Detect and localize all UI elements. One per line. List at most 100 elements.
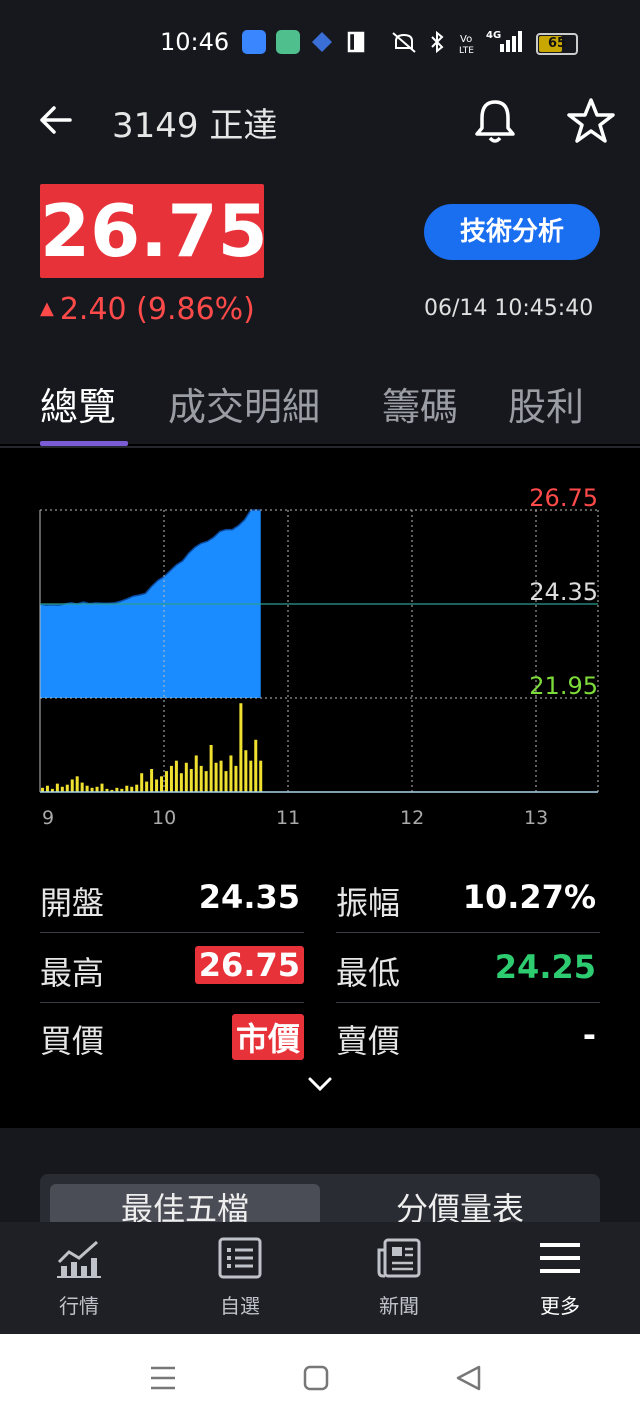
download-icon — [276, 30, 300, 54]
nav-news-label: 新聞 — [379, 1294, 419, 1318]
ask-value: - — [582, 1016, 596, 1054]
high-label: 最高 — [40, 954, 105, 992]
volume-bar — [219, 760, 223, 792]
android-app-icon — [242, 30, 266, 54]
volume-bar — [45, 785, 49, 792]
volume-bar — [160, 776, 164, 792]
volume-bar — [135, 784, 139, 792]
mute-icon — [392, 32, 416, 53]
book-icon — [347, 31, 365, 53]
volume-bar — [125, 785, 129, 792]
recent-apps-icon[interactable] — [148, 1364, 178, 1392]
row-divider — [336, 932, 600, 933]
nav-more[interactable]: 更多 — [505, 1236, 615, 1319]
volume-bar — [100, 783, 104, 792]
amplitude-label: 振幅 — [336, 884, 401, 922]
nav-market-label: 行情 — [59, 1294, 99, 1318]
price-change-value: 2.40 (9.86%) — [59, 292, 255, 327]
tab-dividend[interactable]: 股利 — [508, 376, 584, 431]
y-label-low: 21.95 — [529, 672, 598, 700]
x-tick-label: 11 — [276, 807, 300, 829]
row-divider — [40, 932, 304, 933]
volte-icon: VoLTE — [459, 34, 474, 54]
volume-bar — [65, 784, 69, 792]
volume-bar — [184, 762, 188, 792]
volume-bar — [229, 755, 233, 792]
newspaper-icon — [377, 1238, 421, 1278]
current-price: 26.75 — [40, 184, 268, 278]
svg-text:4G: 4G — [486, 30, 501, 41]
bid-label: 買價 — [40, 1022, 105, 1060]
svg-text:Vo: Vo — [460, 34, 472, 45]
x-tick-label: 12 — [400, 807, 424, 829]
svg-text:LTE: LTE — [459, 46, 474, 54]
volume-bar — [209, 745, 213, 792]
ask-label: 賣價 — [336, 1022, 401, 1060]
volume-bar — [194, 755, 198, 792]
volume-bar — [85, 785, 89, 792]
y-label-high: 26.75 — [529, 484, 598, 512]
quote-datetime: 06/14 10:45:40 — [424, 296, 594, 321]
tab-overview[interactable]: 總覽 — [40, 376, 116, 431]
volume-bar — [60, 786, 64, 792]
volume-bar — [189, 769, 193, 792]
y-label-ref: 24.35 — [529, 578, 598, 606]
volume-bar — [80, 782, 84, 792]
volume-bar — [259, 760, 263, 792]
volume-bar — [164, 771, 168, 792]
volume-bar — [155, 779, 159, 792]
bell-icon[interactable] — [472, 96, 518, 146]
signal-4g-icon: 4G — [486, 30, 522, 52]
app-diamond-icon — [312, 32, 332, 52]
nav-news[interactable]: 新聞 — [344, 1236, 454, 1319]
star-icon[interactable] — [566, 96, 616, 146]
volume-bar — [244, 750, 248, 792]
low-value: 24.25 — [494, 948, 596, 986]
volume-bar — [70, 779, 74, 792]
nav-watchlist[interactable]: 自選 — [185, 1236, 295, 1319]
home-icon[interactable] — [302, 1364, 330, 1392]
volume-bar — [174, 760, 178, 792]
hamburger-menu-icon — [540, 1243, 580, 1273]
back-icon[interactable] — [454, 1364, 484, 1392]
volume-bar — [249, 760, 253, 792]
bid-value: 市價 — [231, 1014, 304, 1060]
technical-analysis-button[interactable]: 技術分析 — [424, 204, 600, 260]
volume-bar — [55, 783, 59, 792]
volume-bar — [234, 765, 238, 792]
back-arrow-icon[interactable] — [36, 102, 76, 138]
volume-bar — [130, 786, 134, 792]
volume-bar — [224, 771, 228, 792]
nav-market[interactable]: 行情 — [24, 1236, 134, 1319]
chart-icon — [57, 1240, 101, 1278]
row-divider — [40, 1002, 304, 1003]
volume-bar — [95, 786, 99, 792]
high-value: 26.75 — [194, 946, 304, 984]
tab-trade-details[interactable]: 成交明細 — [168, 376, 320, 431]
open-value: 24.35 — [198, 878, 300, 916]
volume-bar — [140, 773, 144, 792]
up-triangle-icon: ▲ — [40, 298, 54, 319]
volume-bar — [239, 703, 243, 792]
volume-bar — [75, 776, 79, 792]
volume-bar — [169, 765, 173, 792]
list-icon — [218, 1237, 262, 1279]
volume-bar — [145, 781, 149, 792]
nav-more-label: 更多 — [540, 1294, 580, 1318]
amplitude-value: 10.27% — [462, 878, 596, 916]
volume-bar — [214, 762, 218, 792]
chevron-down-icon[interactable] — [306, 1074, 334, 1094]
stock-title: 3149 正達 — [112, 106, 278, 146]
x-tick-label: 13 — [524, 807, 548, 829]
battery-icon: 65 — [536, 33, 578, 55]
low-label: 最低 — [336, 954, 401, 992]
nav-watchlist-label: 自選 — [220, 1294, 260, 1318]
volume-bar — [150, 769, 154, 792]
open-label: 開盤 — [40, 884, 105, 922]
volume-bar — [199, 765, 203, 792]
x-tick-label: 9 — [42, 807, 54, 829]
intraday-chart: 26.75 24.35 21.95 9 10 11 12 13 — [39, 484, 599, 829]
status-time: 10:46 — [160, 28, 230, 56]
volume-bar — [179, 773, 183, 792]
tab-chips[interactable]: 籌碼 — [382, 376, 458, 431]
